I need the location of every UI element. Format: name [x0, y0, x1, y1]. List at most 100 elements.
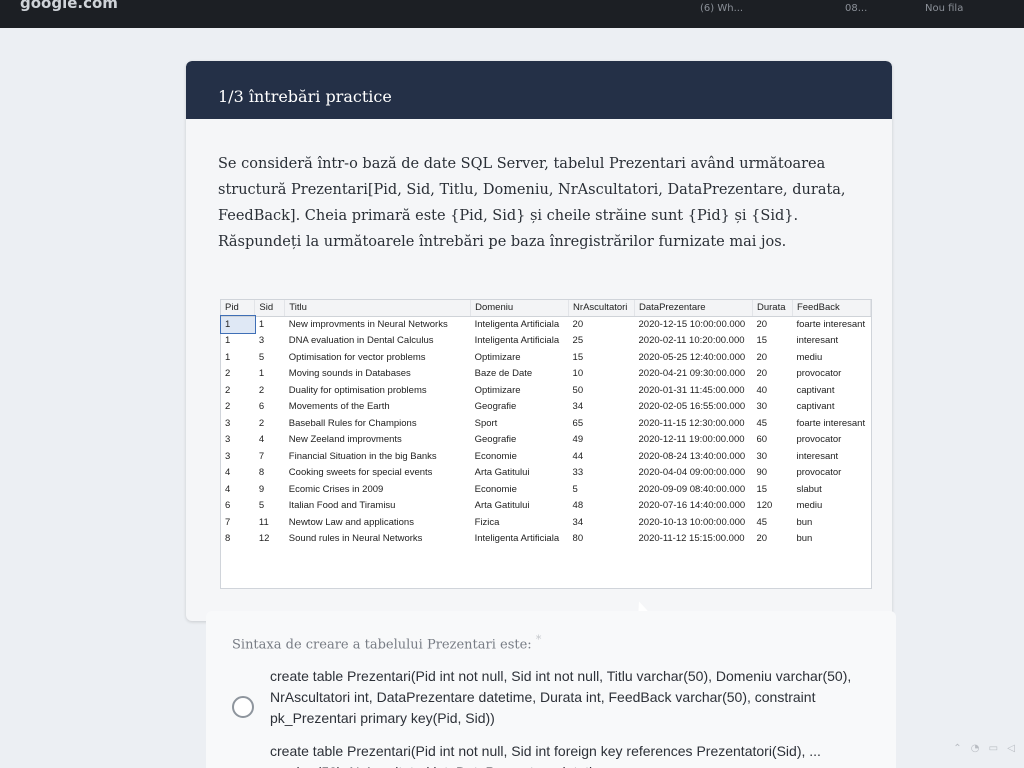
table-cell: 44: [572, 450, 584, 462]
column-header: Domeniu: [470, 300, 570, 317]
table-cell: Newtow Law and applications: [288, 516, 414, 528]
table-cell: 90: [756, 467, 768, 479]
table-cell: 48: [572, 500, 584, 512]
table-cell: 12: [258, 533, 270, 545]
table-cell: 5: [258, 351, 265, 363]
table-cell: Optimizare: [474, 351, 521, 363]
table-cell: Sound rules in Neural Networks: [288, 533, 423, 545]
table-cell: Geografie: [474, 401, 517, 413]
table-cell: foarte interesant: [796, 417, 866, 429]
table-cell: 3: [258, 335, 265, 347]
table-row: 4 8 Cooking sweets for special events Arta …: [221, 465, 871, 482]
table-cell: 30: [756, 450, 768, 462]
table-cell: 4: [225, 483, 231, 495]
table-cell: provocator: [796, 467, 842, 479]
extension-icon[interactable]: 08...: [845, 3, 867, 14]
table-cell: 60: [756, 434, 768, 446]
table-cell: 40: [756, 384, 768, 396]
table-cell: 20: [756, 368, 768, 380]
table-cell: Arta Gatitului: [474, 500, 530, 512]
table-cell: Financial Situation in the big Banks: [288, 450, 437, 462]
column-header: Durata: [752, 300, 793, 317]
table-cell: 6: [258, 401, 265, 413]
table-cell: 7: [258, 450, 265, 462]
table-row: 4 9 Ecomic Crises in 2009 Economie 5 2020-09-…: [221, 481, 871, 498]
table-cell: 20: [756, 319, 768, 330]
table-cell: captivant: [796, 384, 835, 396]
card-header: 1/3 întrebări practice: [186, 61, 892, 119]
intro-text: Se consideră într-o bază de date SQL Ser…: [218, 156, 846, 250]
answer-option-text: create table Prezentari(Pid int not null…: [270, 743, 821, 768]
table-cell: 2: [225, 384, 231, 396]
table-cell: bun: [796, 516, 813, 528]
table-cell: Moving sounds in Databases: [288, 368, 411, 380]
table-cell: 2: [225, 401, 231, 413]
table-cell: 2020-11-12 15:15:00.000: [638, 533, 745, 545]
table-cell: 7: [225, 516, 231, 528]
column-header: Titlu: [284, 300, 472, 317]
table-cell: 8: [225, 533, 231, 545]
required-mark: *: [535, 633, 542, 646]
table-cell: 2020-04-04 09:00:00.000: [638, 467, 746, 479]
table-cell: 65: [572, 417, 584, 429]
table-cell: Optimizare: [474, 384, 521, 396]
table-cell: 120: [756, 500, 773, 512]
whatsapp-tab[interactable]: (6) Wh...: [700, 3, 743, 14]
table-cell: 2020-12-11 19:00:00.000: [638, 434, 745, 446]
table-cell: Ecomic Crises in 2009: [288, 483, 384, 495]
answer-option[interactable]: create table Prezentari(Pid int not null…: [232, 741, 852, 768]
table-cell: 9: [258, 483, 265, 495]
new-tab-button[interactable]: Nou fila: [925, 3, 963, 14]
table-cell: slabut: [796, 483, 822, 495]
table-cell: 1: [258, 319, 265, 330]
table-cell: 1: [220, 315, 256, 334]
table-row: 8 12 Sound rules in Neural Networks Intelig…: [221, 531, 871, 548]
table-cell: Economie: [474, 450, 517, 462]
table-cell: Economie: [474, 483, 517, 495]
system-tray-icons: ⌃ ◔ ▭ ◁: [953, 743, 1018, 754]
radio-button-icon[interactable]: [232, 696, 254, 718]
table-cell: mediu: [796, 351, 823, 363]
table-cell: 15: [756, 483, 768, 495]
table-cell: mediu: [796, 500, 823, 512]
table-cell: bun: [796, 533, 813, 545]
table-cell: 2: [258, 384, 265, 396]
table-row: 2 1 Moving sounds in Databases Baze de Date…: [221, 366, 871, 383]
table-cell: 15: [756, 335, 768, 347]
table-cell: 2020-10-13 10:00:00.000: [638, 516, 746, 528]
table-cell: Duality for optimisation problems: [288, 384, 427, 396]
table-cell: Inteligenta Artificiala: [474, 335, 560, 347]
table-cell: DNA evaluation in Dental Calculus: [288, 335, 434, 347]
table-cell: 34: [572, 516, 584, 528]
table-cell: 20: [756, 533, 768, 545]
table-cell: 80: [572, 533, 584, 545]
table-cell: 2020-02-11 10:20:00.000: [638, 335, 745, 347]
table-cell: 2020-11-15 12:30:00.000: [638, 417, 745, 429]
table-cell: 33: [572, 467, 584, 479]
column-header: FeedBack: [792, 300, 872, 317]
table-cell: Optimisation for vector problems: [288, 351, 426, 363]
table-row: 6 5 Italian Food and Tiramisu Arta Gatitulu…: [221, 498, 871, 515]
column-header: Sid: [254, 300, 286, 317]
table-header-row: Pid Sid Titlu Domeniu NrAscultatori Data…: [221, 300, 872, 317]
browser-top-bar: google.com (6) Wh... 08... Nou fila: [0, 0, 1024, 28]
table-cell: Baseball Rules for Champions: [288, 417, 417, 429]
table-cell: 3: [225, 417, 231, 429]
table-cell: Fizica: [474, 516, 500, 528]
table-cell: 25: [572, 335, 584, 347]
table-cell: 2020-04-21 09:30:00.000: [638, 368, 746, 380]
column-header: DataPrezentare: [634, 300, 753, 317]
table-cell: New Zeeland improvments: [288, 434, 402, 446]
data-table-image: Pid Sid Titlu Domeniu NrAscultatori Data…: [220, 299, 872, 589]
table-cell: Cooking sweets for special events: [288, 467, 433, 479]
table-cell: 2020-09-09 08:40:00.000: [638, 483, 746, 495]
table-cell: Inteligenta Artificiala: [474, 533, 560, 545]
table-cell: Sport: [474, 417, 498, 429]
form-page: 1/3 întrebări practice Se consideră într…: [0, 28, 1024, 768]
table-cell: 4: [225, 467, 231, 479]
answer-option[interactable]: create table Prezentari(Pid int not null…: [232, 666, 852, 729]
table-cell: 1: [225, 335, 231, 347]
table-cell: provocator: [796, 368, 842, 380]
table-cell: 3: [225, 434, 231, 446]
table-cell: 10: [572, 368, 584, 380]
